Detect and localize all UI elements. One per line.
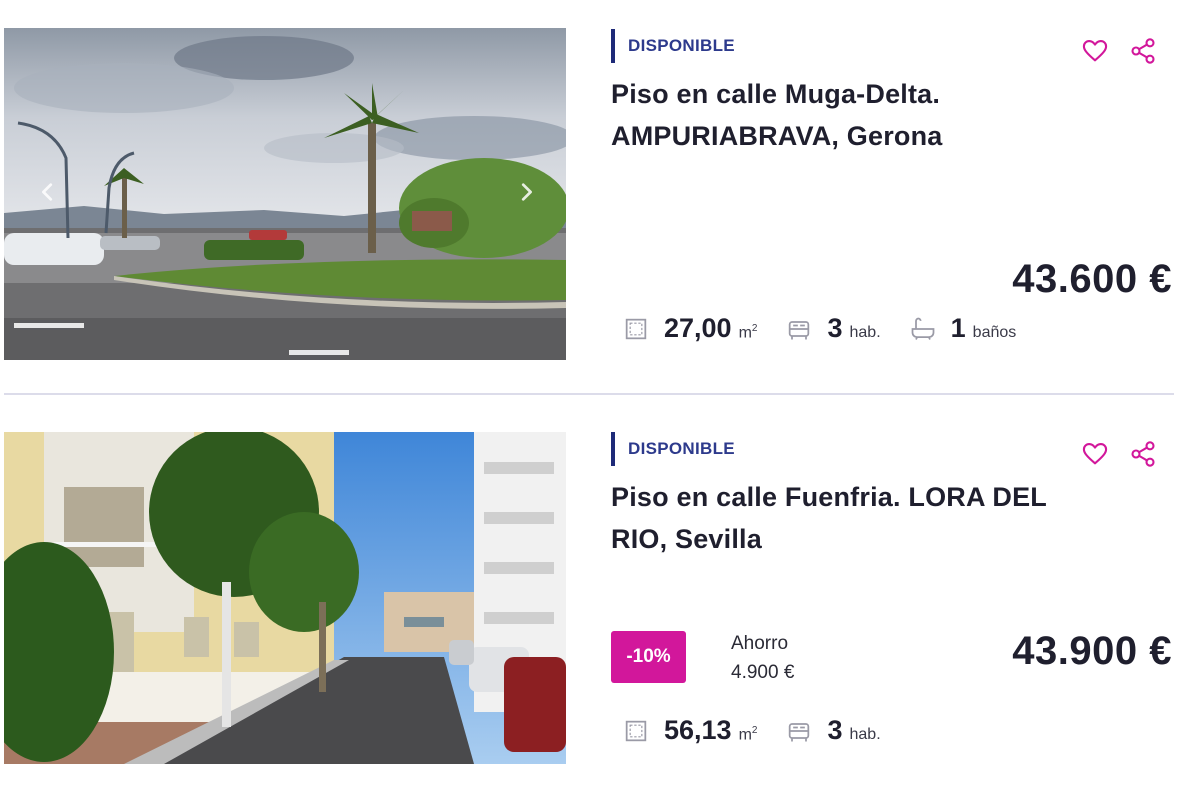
listing-card[interactable]: DISPONIBLE Piso en calle Muga-Delta. AMP…: [0, 0, 1200, 395]
listing-title[interactable]: Piso en calle Muga-Delta. AMPURIABRAVA, …: [611, 73, 1051, 157]
status-bar: [611, 432, 615, 466]
favorite-heart-icon: [1082, 40, 1108, 62]
area-unit: m2: [738, 724, 758, 743]
status-bar: [611, 29, 615, 63]
feature-area: 56,13 m2: [622, 715, 757, 746]
share-button[interactable]: [1128, 439, 1158, 469]
listing-price: 43.600 €: [1012, 257, 1172, 301]
bath-icon: [909, 315, 937, 343]
listing-actions: [1080, 439, 1158, 469]
rooms-unit: hab.: [849, 726, 881, 743]
listing-photo[interactable]: [4, 28, 566, 360]
chevron-left-icon: [42, 183, 53, 201]
chevron-right-icon: [521, 183, 532, 201]
savings-info: Ahorro 4.900 €: [731, 630, 794, 688]
listing-divider: [4, 393, 1174, 395]
rooms-value: 3: [827, 313, 843, 343]
savings-value: 4.900 €: [731, 662, 795, 683]
status-label: DISPONIBLE: [611, 29, 735, 63]
share-icon: [1131, 38, 1155, 64]
share-icon: [1131, 441, 1155, 467]
area-value: 27,00: [664, 313, 732, 343]
residential-street-photo: [4, 432, 566, 764]
status-text: DISPONIBLE: [628, 439, 735, 458]
feature-rooms: 3 hab.: [785, 313, 881, 344]
discount-badge: -10%: [611, 631, 686, 683]
area-icon: [622, 315, 650, 343]
bed-icon: [785, 717, 813, 745]
listing-price: 43.900 €: [1012, 629, 1172, 673]
rooms-unit: hab.: [849, 324, 881, 341]
baths-unit: baños: [972, 324, 1017, 341]
feature-rooms: 3 hab.: [785, 715, 881, 746]
listing-actions: [1080, 36, 1158, 66]
listing-photo[interactable]: [4, 432, 566, 764]
area-unit: m2: [738, 322, 758, 341]
listing-card[interactable]: DISPONIBLE Piso en calle Fuenfria. LORA …: [0, 397, 1200, 793]
share-button[interactable]: [1128, 36, 1158, 66]
carousel-prev-button[interactable]: [34, 178, 62, 206]
favorite-button[interactable]: [1080, 36, 1110, 66]
status-text: DISPONIBLE: [628, 36, 735, 55]
feature-area: 27,00 m2: [622, 313, 757, 344]
savings-label: Ahorro: [731, 633, 789, 654]
listing-features: 27,00 m2 3 hab. 1 baños: [622, 313, 1044, 344]
favorite-button[interactable]: [1080, 439, 1110, 469]
street-with-palm-tree-photo: [4, 28, 566, 360]
status-label: DISPONIBLE: [611, 432, 735, 466]
carousel-next-button[interactable]: [512, 178, 540, 206]
rooms-value: 3: [827, 715, 843, 745]
listing-features: 56,13 m2 3 hab.: [622, 715, 909, 746]
baths-value: 1: [950, 313, 966, 343]
area-icon: [622, 717, 650, 745]
bed-icon: [785, 315, 813, 343]
area-value: 56,13: [664, 715, 732, 745]
listing-title[interactable]: Piso en calle Fuenfria. LORA DEL RIO, Se…: [611, 476, 1051, 560]
favorite-heart-icon: [1082, 443, 1108, 465]
feature-baths: 1 baños: [909, 313, 1017, 344]
